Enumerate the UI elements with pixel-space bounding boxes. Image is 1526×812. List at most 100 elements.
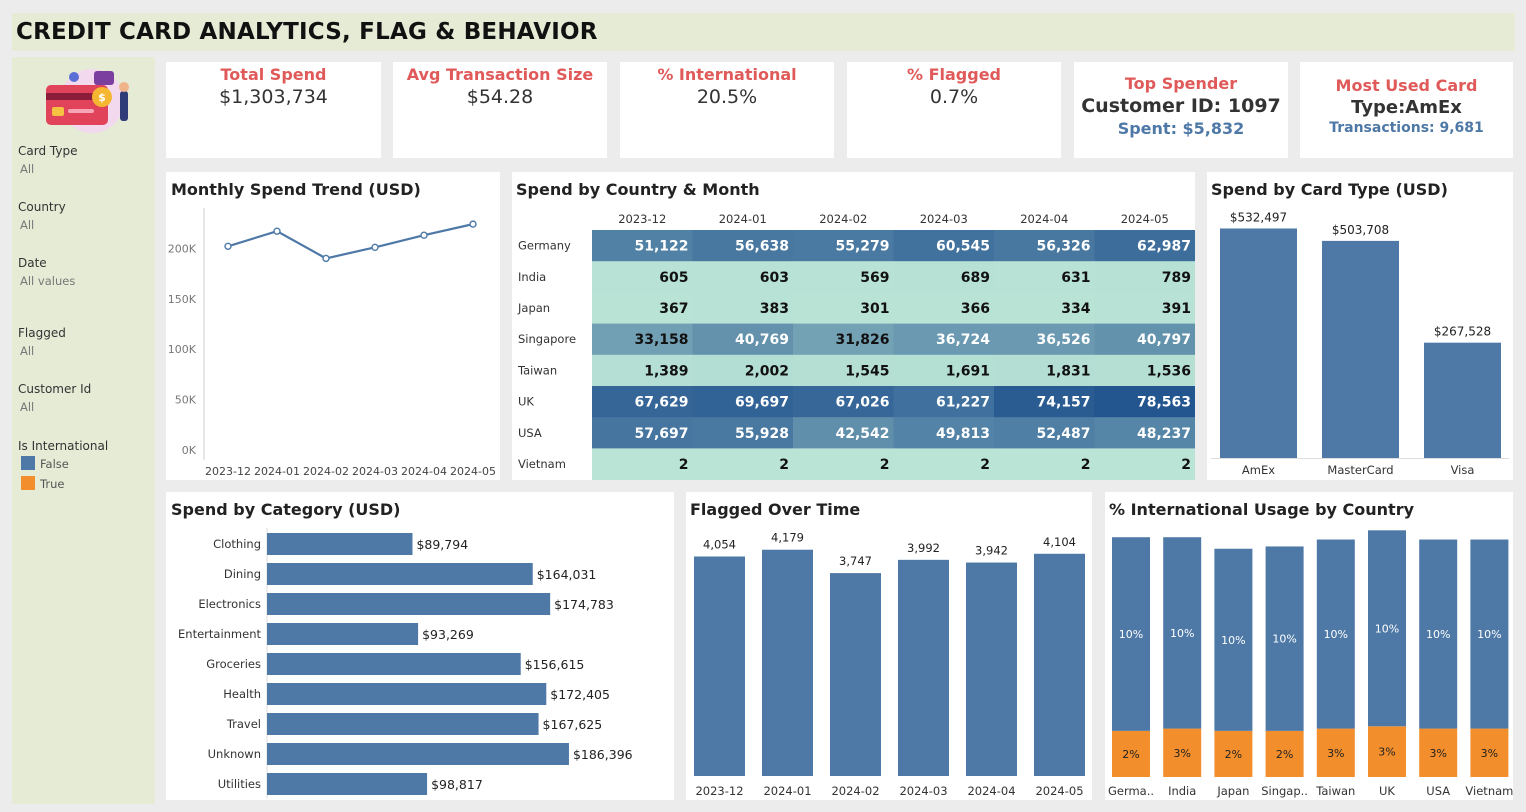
y-tick-label: 200K [168, 242, 197, 255]
filter-label: Flagged [18, 326, 66, 340]
bar [267, 623, 419, 645]
column-header: 2024-03 [920, 212, 968, 226]
cell-value-label: 391 [1162, 301, 1191, 317]
data-point [420, 231, 428, 239]
category-label: Groceries [206, 657, 261, 671]
y-tick-label: 100K [168, 343, 197, 356]
x-tick-label: 2023-12 [695, 784, 743, 798]
segment-label: 10% [1324, 628, 1348, 641]
bar [267, 773, 428, 795]
cell-value-label: 48,237 [1137, 426, 1191, 442]
y-tick-label: 0K [182, 444, 197, 457]
panel-intl-usage: % International Usage by Country 2% 10% Ge… [1105, 492, 1513, 800]
cell-value-label: 52,487 [1036, 426, 1090, 442]
category-label: Travel [226, 717, 261, 731]
filter-value[interactable]: All [20, 162, 34, 176]
row-header: India [518, 270, 546, 284]
segment-label: 10% [1375, 622, 1399, 635]
filter-value[interactable]: All [20, 400, 34, 414]
bar [267, 533, 413, 555]
cell-value-label: 334 [1061, 301, 1090, 317]
segment-label: 3% [1327, 747, 1344, 760]
cell-value-label: 631 [1061, 270, 1090, 286]
cell-value-label: 55,928 [735, 426, 789, 442]
segment-label: 10% [1119, 628, 1143, 641]
filter-value[interactable]: All values [20, 274, 75, 288]
legend-label: False [40, 457, 69, 471]
bar [1034, 553, 1085, 776]
filter-value[interactable]: All [20, 344, 34, 358]
kpi-title: Top Spender [1124, 74, 1238, 93]
cell-value-label: 569 [860, 270, 889, 286]
panel-monthly-spend: Monthly Spend Trend (USD) 0K 50K 100K 150K 2… [166, 172, 500, 480]
bar-value-label: 4,104 [1043, 535, 1076, 549]
segment-label: 3% [1429, 747, 1446, 760]
bar [1322, 240, 1399, 458]
cell-value-label: 2 [880, 457, 890, 473]
row-header: Germany [518, 239, 571, 253]
kpi-sub: Spent: $5,832 [1117, 119, 1245, 138]
x-tick-label: 2024-03 [899, 784, 947, 798]
x-tick-label: 2024-04 [401, 465, 447, 478]
y-tick-label: 150K [168, 293, 197, 306]
cell-value-label: 366 [961, 301, 990, 317]
panel-spend-by-country-month: Spend by Country & Month 2023-12 2024-01 2… [512, 172, 1195, 480]
panel-spend-by-card-type: Spend by Card Type (USD) $532,497 AmEx $50… [1207, 172, 1513, 480]
x-tick-label: Visa [1451, 463, 1475, 477]
x-tick-label: India [1168, 784, 1196, 798]
category-label: Electronics [198, 597, 261, 611]
x-tick-label: 2024-04 [967, 784, 1015, 798]
cell-value-label: 1,536 [1147, 363, 1191, 379]
bar-value-label: $186,396 [573, 747, 633, 762]
bar [1424, 342, 1501, 458]
kpi-title: % International [657, 65, 797, 84]
filter-value[interactable]: All [20, 218, 34, 232]
country-month-heatmap: 2023-12 2024-01 2024-02 2024-03 2024-04 2024-… [517, 212, 1195, 480]
cell-value-label: 301 [860, 301, 889, 317]
segment-label: 2% [1225, 748, 1242, 761]
cell-value-label: 1,545 [845, 363, 889, 379]
bar-value-label: $172,405 [550, 687, 610, 702]
heatmap-cell [1094, 448, 1195, 480]
legend-swatch [21, 456, 35, 470]
flagged-bar-chart: 4,054 2023-12 4,179 2024-01 3,747 2024-02 3,99… [694, 531, 1085, 798]
cell-value-label: 78,563 [1137, 395, 1191, 411]
bar-value-label: 3,992 [907, 541, 940, 555]
kpi-title: Most Used Card [1335, 76, 1478, 95]
x-tick-label: 2024-01 [254, 465, 300, 478]
series-line [227, 223, 474, 260]
kpi-value: 0.7% [929, 86, 979, 108]
x-tick-label: Taiwan [1315, 784, 1355, 798]
cell-value-label: 36,724 [936, 332, 990, 348]
data-point [273, 227, 281, 235]
cell-value-label: 31,826 [835, 332, 889, 348]
filter-label: Country [18, 200, 66, 214]
intl-usage-stacked-chart: 2% 10% Germa.. 3% 10% India 2% 10% Japan 2% 10% Sin… [1108, 530, 1513, 798]
bar [694, 556, 745, 776]
kpi-top-spender: Top Spender Customer ID: 1097 Spent: $5,… [1074, 62, 1288, 158]
bar-value-label: $267,528 [1434, 325, 1491, 339]
segment-label: 2% [1276, 748, 1293, 761]
segment-label: 10% [1221, 634, 1245, 647]
x-tick-label: 2024-05 [1035, 784, 1083, 798]
cell-value-label: 1,831 [1046, 363, 1090, 379]
legend-label: True [40, 477, 65, 491]
kpi-avg-transaction: Avg Transaction Size $54.28 [393, 62, 607, 158]
title-bar: CREDIT CARD ANALYTICS, FLAG & BEHAVIOR [12, 13, 1515, 51]
x-tick-label: Singap.. [1261, 784, 1308, 798]
cell-value-label: 1,389 [644, 363, 688, 379]
column-header: 2024-05 [1121, 212, 1169, 226]
category-bar-chart: Clothing $89,794 Dining $164,031 Electronics… [178, 528, 633, 798]
data-point [322, 254, 330, 263]
bar-value-label: 4,054 [703, 537, 736, 551]
cell-value-label: 55,279 [835, 239, 889, 255]
cell-value-label: 689 [961, 270, 990, 286]
category-label: Dining [224, 567, 261, 581]
x-tick-label: 2024-02 [831, 784, 879, 798]
svg-text:$: $ [98, 91, 106, 104]
cell-value-label: 57,697 [634, 426, 688, 442]
category-label: Unknown [208, 747, 261, 761]
bar-value-label: $156,615 [525, 657, 585, 672]
x-tick-label: 2024-02 [303, 465, 349, 478]
bar-value-label: 3,747 [839, 554, 872, 568]
